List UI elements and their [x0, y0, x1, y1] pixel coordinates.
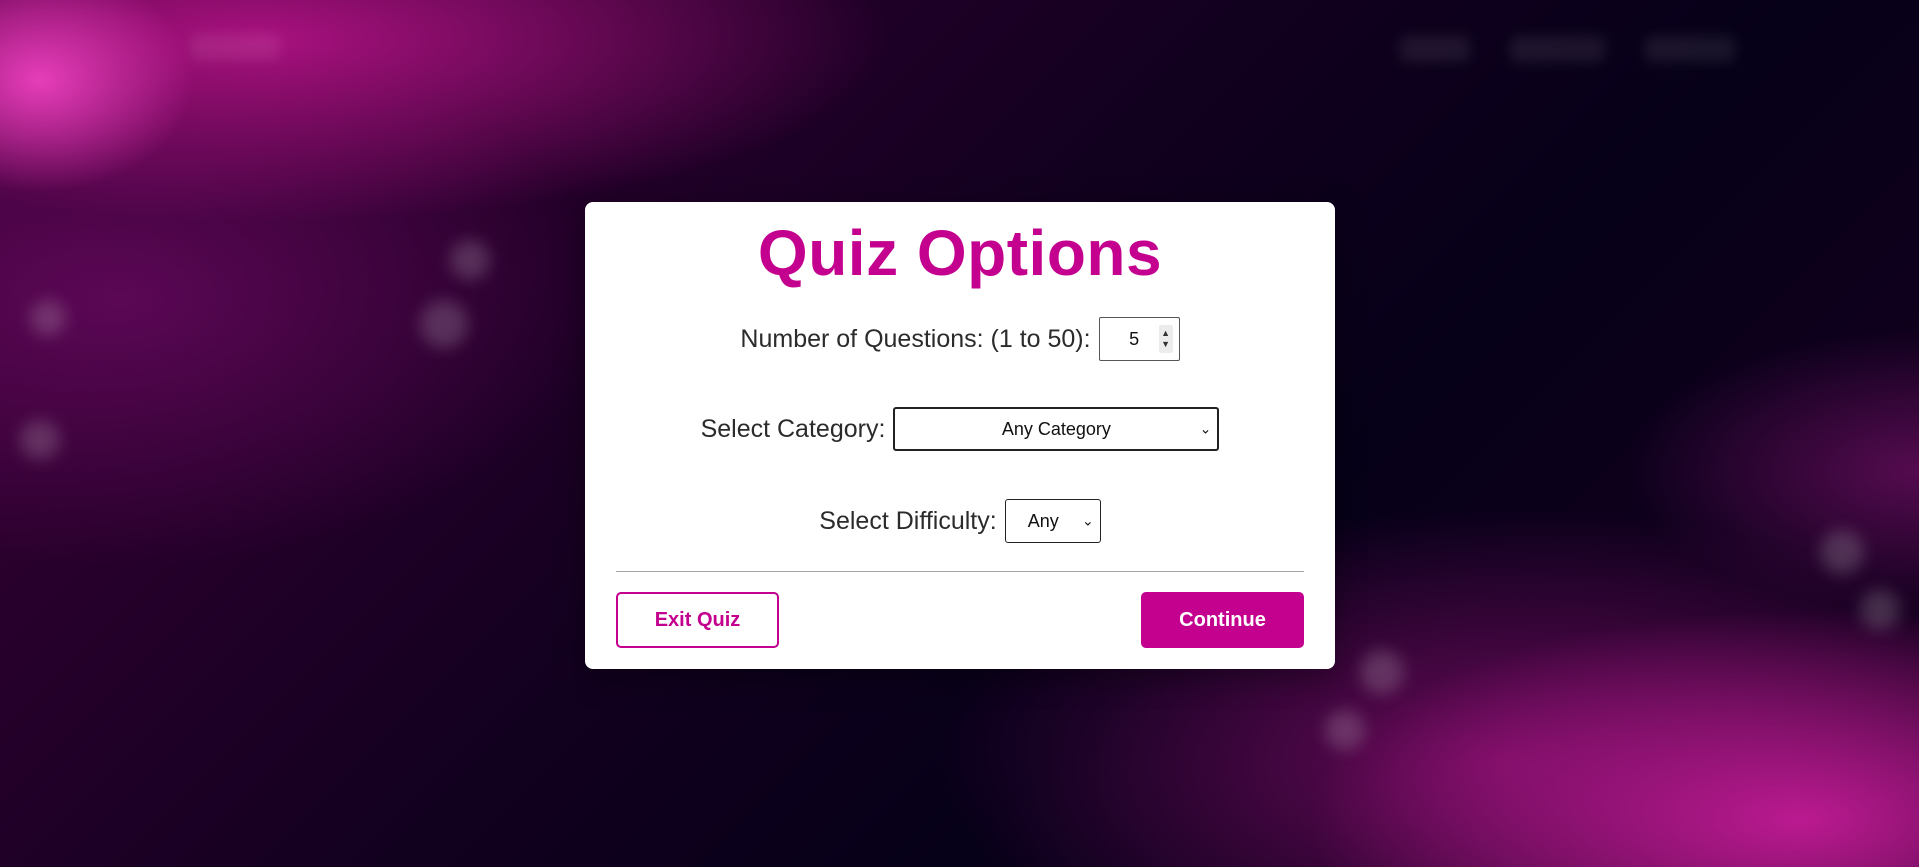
blurred-particle: [20, 420, 60, 460]
chevron-down-icon: ⌄: [1199, 420, 1212, 437]
difficulty-row: Select Difficulty: Any ⌄: [585, 498, 1335, 544]
category-label: Select Category:: [700, 414, 886, 443]
modal-title: Quiz Options: [757, 217, 1163, 289]
questions-row: Number of Questions: (1 to 50): 5 ▲ ▼: [585, 316, 1335, 362]
category-selected-value: Any Category: [1001, 418, 1111, 439]
questions-value: 5: [1129, 328, 1140, 349]
category-select[interactable]: Any Category ⌄: [893, 407, 1220, 451]
questions-number-input[interactable]: 5 ▲ ▼: [1098, 317, 1180, 361]
questions-label: Number of Questions: (1 to 50):: [740, 324, 1091, 353]
blurred-logo: [190, 34, 280, 60]
difficulty-select[interactable]: Any ⌄: [1004, 499, 1101, 543]
category-row: Select Category: Any Category ⌄: [585, 406, 1335, 452]
blurred-particle: [1860, 590, 1900, 630]
continue-button[interactable]: Continue: [1141, 592, 1304, 648]
blurred-nav-item: [1510, 36, 1605, 62]
chevron-down-icon: ⌄: [1081, 512, 1094, 529]
difficulty-selected-value: Any: [1027, 510, 1059, 531]
blurred-particle: [1360, 650, 1404, 694]
spinner-up-icon[interactable]: ▲: [1161, 328, 1170, 339]
blurred-particle: [420, 300, 468, 348]
blurred-particle: [1325, 710, 1365, 750]
difficulty-label: Select Difficulty:: [819, 506, 997, 535]
blurred-nav-item: [1645, 36, 1735, 62]
divider: [616, 571, 1304, 572]
blurred-particle: [30, 300, 66, 336]
exit-quiz-button[interactable]: Exit Quiz: [616, 592, 779, 648]
number-spinner[interactable]: ▲ ▼: [1158, 325, 1173, 353]
blurred-particle: [1820, 530, 1864, 574]
spinner-down-icon[interactable]: ▼: [1161, 339, 1170, 350]
blurred-particle: [450, 240, 490, 280]
blurred-nav-item: [1400, 36, 1470, 62]
quiz-options-modal: Quiz Options Number of Questions: (1 to …: [585, 202, 1335, 669]
